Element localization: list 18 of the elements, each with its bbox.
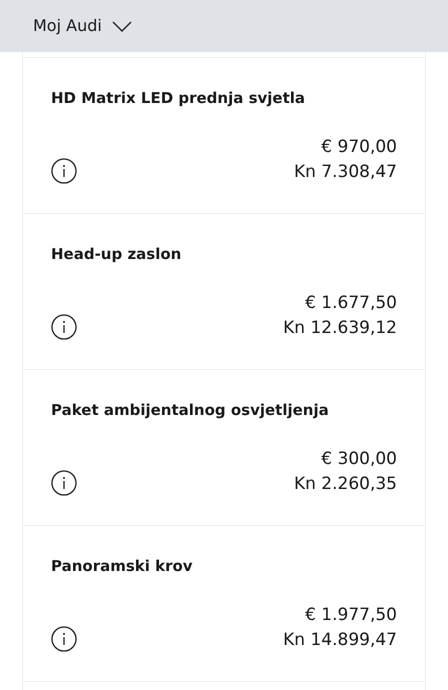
option-title: Paket ambijentalnog osvjetljenja <box>51 400 330 420</box>
option-title: Head-up zaslon <box>51 244 182 264</box>
price-eur: € 1.977,50 <box>305 604 397 627</box>
option-title: HD Matrix LED prednja svjetla <box>51 88 306 108</box>
option-title: Panoramski krov <box>51 556 194 576</box>
price-kn: Kn 12.639,12 <box>283 317 397 340</box>
info-icon[interactable] <box>51 470 77 496</box>
info-icon[interactable] <box>51 158 77 184</box>
price-kn: Kn 2.260,35 <box>294 473 397 496</box>
price-eur: € 1.677,50 <box>305 292 397 315</box>
price-eur: € 300,00 <box>321 448 397 471</box>
info-icon[interactable] <box>51 314 77 340</box>
menu-dropdown[interactable]: Moj Audi <box>33 14 132 38</box>
price-kn: Kn 7.308,47 <box>294 161 397 184</box>
info-icon[interactable] <box>51 626 77 652</box>
price-kn: Kn 14.899,47 <box>283 629 397 652</box>
chevron-down-icon <box>112 20 132 32</box>
price-eur: € 970,00 <box>321 136 397 159</box>
